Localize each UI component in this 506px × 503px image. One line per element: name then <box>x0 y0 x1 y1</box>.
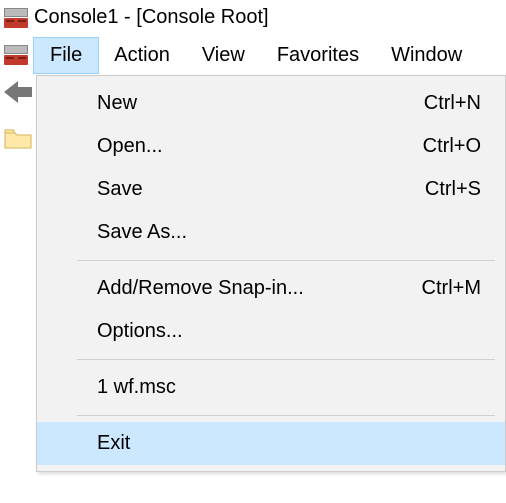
toolbar-left <box>0 75 36 472</box>
menu-item-label: Exit <box>97 432 130 455</box>
menu-item-label: Add/Remove Snap-in... <box>97 277 304 300</box>
menu-item-shortcut: Ctrl+O <box>423 135 481 158</box>
menu-item-label: 1 wf.msc <box>97 376 176 399</box>
menu-item-label: New <box>97 92 137 115</box>
menu-file[interactable]: File <box>34 38 98 73</box>
menu-window[interactable]: Window <box>375 38 478 73</box>
menu-item-recent-1[interactable]: 1 wf.msc <box>37 366 505 409</box>
menu-separator <box>77 415 495 416</box>
menu-item-shortcut: Ctrl+S <box>425 178 481 201</box>
menu-item-open[interactable]: Open... Ctrl+O <box>37 125 505 168</box>
menu-favorites[interactable]: Favorites <box>261 38 375 73</box>
menu-item-shortcut: Ctrl+N <box>424 92 481 115</box>
folder-icon[interactable] <box>4 128 32 155</box>
menu-separator <box>77 359 495 360</box>
menu-item-new[interactable]: New Ctrl+N <box>37 82 505 125</box>
menu-item-label: Save As... <box>97 221 187 244</box>
back-arrow-icon[interactable] <box>4 81 32 108</box>
menu-item-label: Open... <box>97 135 163 158</box>
menubar: File Action View Favorites Window <box>0 35 506 75</box>
titlebar: Console1 - [Console Root] <box>0 0 506 35</box>
menu-item-shortcut: Ctrl+M <box>422 277 481 300</box>
menu-action[interactable]: Action <box>98 38 186 73</box>
menu-item-label: Save <box>97 178 143 201</box>
menu-separator <box>77 260 495 261</box>
mmc-console-icon <box>4 8 28 28</box>
menu-item-add-remove-snapin[interactable]: Add/Remove Snap-in... Ctrl+M <box>37 267 505 310</box>
menu-item-save-as[interactable]: Save As... <box>37 211 505 254</box>
mmc-console-icon <box>4 45 28 65</box>
file-menu-dropdown: New Ctrl+N Open... Ctrl+O Save Ctrl+S Sa… <box>36 75 506 472</box>
menu-item-save[interactable]: Save Ctrl+S <box>37 168 505 211</box>
menu-item-options[interactable]: Options... <box>37 310 505 353</box>
menu-view[interactable]: View <box>186 38 261 73</box>
menu-item-label: Options... <box>97 320 183 343</box>
menu-item-exit[interactable]: Exit <box>37 422 505 465</box>
window-title: Console1 - [Console Root] <box>34 6 269 29</box>
